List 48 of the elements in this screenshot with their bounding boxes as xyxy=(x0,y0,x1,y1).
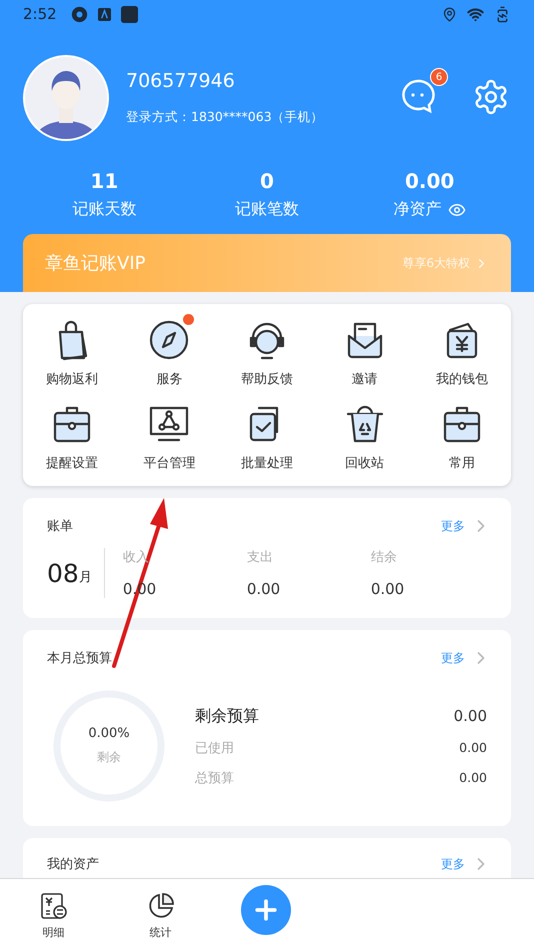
card-title: 本月总预算 xyxy=(47,650,113,667)
shortcut-item[interactable]: 购物返利 xyxy=(23,318,121,388)
avatar[interactable] xyxy=(23,55,109,141)
shortcut-item[interactable]: 回收站 xyxy=(316,402,414,472)
budget-label: 剩余预算 xyxy=(195,706,259,726)
stat-value: 0.00 xyxy=(404,169,454,193)
stat-label: 记账天数 xyxy=(72,199,136,220)
bill-value: 0.00 xyxy=(246,580,282,598)
budget-value: 0.00 xyxy=(459,740,487,755)
nav-tab[interactable]: 统计 xyxy=(107,879,214,941)
stat-value: 11 xyxy=(90,169,118,193)
shortcut-item[interactable]: 服务 xyxy=(120,318,218,388)
vip-title: 章鱼记账VIP xyxy=(45,252,146,275)
location-icon xyxy=(442,6,457,22)
shortcut-item[interactable]: 常用 xyxy=(413,402,511,472)
card-title: 账单 xyxy=(47,518,74,535)
shortcut-item[interactable]: 帮助反馈 xyxy=(218,318,316,388)
shortcut-item[interactable]: 平台管理 xyxy=(120,402,218,472)
ring-percent: 0.00% xyxy=(88,726,130,741)
bill-label: 结余 xyxy=(370,549,398,566)
bill-label: 支出 xyxy=(246,549,274,566)
budget-value: 0.00 xyxy=(454,707,487,725)
month-unit: 月 xyxy=(78,569,92,586)
app-icon xyxy=(98,8,111,20)
nav-tab[interactable]: 明细 xyxy=(0,879,107,941)
aperture-icon xyxy=(70,6,88,22)
shortcut-item[interactable]: 提醒设置 xyxy=(23,402,121,472)
add-button[interactable] xyxy=(241,885,291,935)
bill-value: 0.00 xyxy=(370,580,406,598)
shortcut-item[interactable]: 批量处理 xyxy=(218,402,316,472)
stat-value: 0 xyxy=(260,169,274,193)
budget-value: 0.00 xyxy=(459,770,487,785)
stat-label: 记账笔数 xyxy=(234,199,299,220)
stat-label: 净资产 xyxy=(394,199,442,220)
login-method: 登录方式：1830****063（手机） xyxy=(126,109,325,126)
message-badge: 6 xyxy=(430,68,448,86)
receipt-icon xyxy=(38,891,68,921)
user-id: 706577946 xyxy=(126,70,236,92)
shortcut-item[interactable]: 我的钱包 xyxy=(413,318,511,388)
shortcut-item[interactable]: 邀请 xyxy=(316,318,414,388)
square-icon xyxy=(120,6,138,22)
budget-label: 已使用 xyxy=(195,740,234,756)
month-number: 08 xyxy=(47,558,79,588)
card-title: 我的资产 xyxy=(47,856,100,873)
budget-label: 总预算 xyxy=(195,770,234,786)
ring-label: 剩余 xyxy=(97,749,121,766)
status-time: 2:52 xyxy=(23,5,57,23)
wifi-icon xyxy=(467,6,484,22)
